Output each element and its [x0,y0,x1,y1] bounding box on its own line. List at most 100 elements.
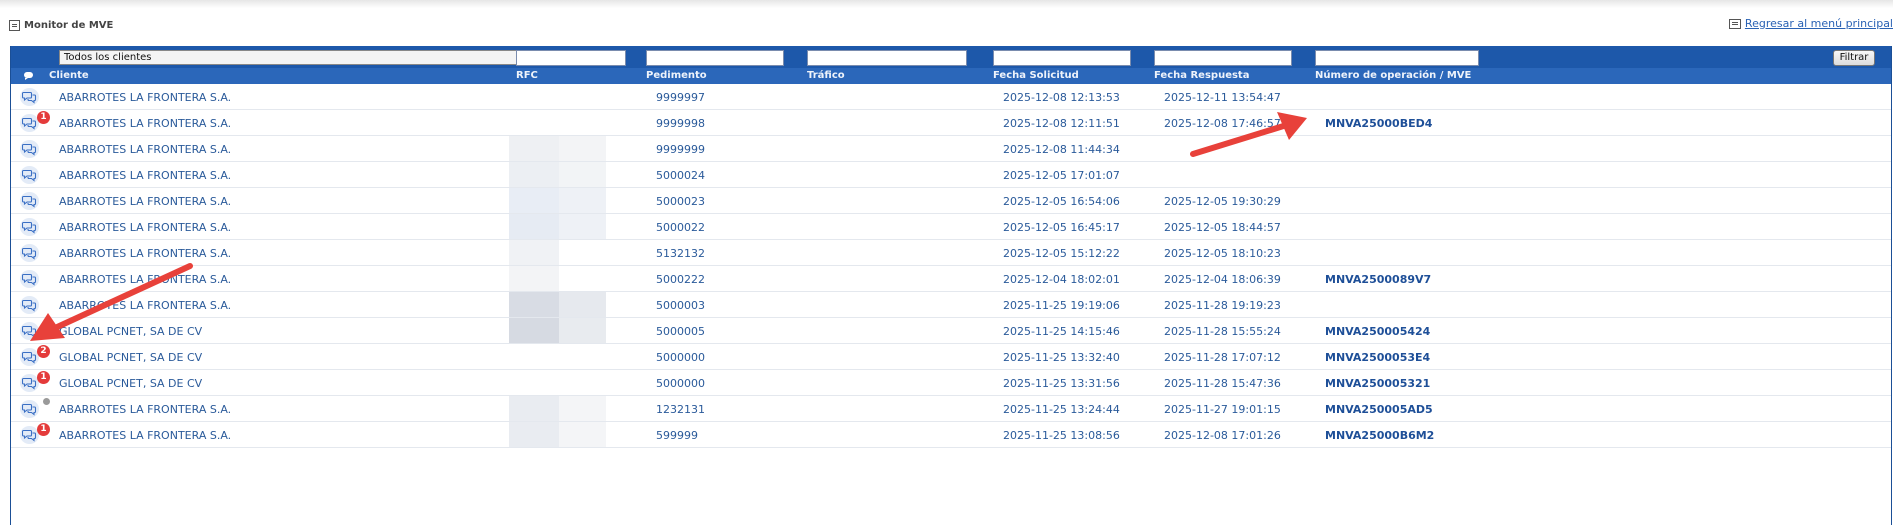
table-row[interactable]: ABARROTES LA FRONTERA S.A. 5000024 2025-12… [11,162,1891,188]
chat-bubbles-glyph [22,299,37,312]
back-link-text[interactable]: Regresar al menú principal [1745,17,1893,30]
table-row[interactable]: 1 GLOBAL PCNET, SA DE CV 5000000 2025-11-25… [11,370,1891,396]
fecha-solicitud-cell: 2025-11-25 14:15:46 [1003,325,1120,338]
chat-bubbles-icon[interactable]: 1 [20,371,50,392]
rfc-redaction-block [559,240,606,265]
table-row[interactable]: ABARROTES LA FRONTERA S.A. 5000022 2025-12… [11,214,1891,240]
table-row[interactable]: ABARROTES LA FRONTERA S.A. 5000003 2025-11… [11,292,1891,318]
fecha-solicitud-filter-input[interactable] [993,50,1131,66]
chat-bubbles-icon[interactable]: 2 [20,345,50,366]
rfc-filter-input[interactable] [516,50,626,66]
table-row[interactable]: ABARROTES LA FRONTERA S.A. 9999997 2025-12… [11,84,1891,110]
chat-bubbles-icon[interactable] [20,166,39,184]
chat-bubbles-icon[interactable] [20,270,39,288]
pedimento-cell[interactable]: 5000023 [656,195,705,208]
pedimento-cell[interactable]: 9999999 [656,143,705,156]
table-row[interactable]: 2 GLOBAL PCNET, SA DE CV 5000000 2025-11-25… [11,344,1891,370]
pedimento-cell[interactable]: 5000005 [656,325,705,338]
pedimento-cell[interactable]: 5000000 [656,377,705,390]
chat-bubbles-icon[interactable] [20,88,39,106]
col-header-fecha-solicitud[interactable]: Fecha Solicitud [993,70,1079,81]
table-body: ABARROTES LA FRONTERA S.A. 9999997 2025-12… [11,84,1891,448]
col-header-pedimento[interactable]: Pedimento [646,70,707,81]
cliente-cell[interactable]: GLOBAL PCNET, SA DE CV [59,377,202,390]
rfc-redaction-block [559,84,606,109]
operacion-mve-link[interactable]: MNVA25000BED4 [1325,117,1432,130]
pedimento-cell[interactable]: 599999 [656,429,698,442]
cliente-cell[interactable]: ABARROTES LA FRONTERA S.A. [59,299,231,312]
chat-bubbles-icon[interactable] [20,218,39,236]
rfc-redaction-block [559,344,606,369]
table-row[interactable]: GLOBAL PCNET, SA DE CV 5000005 2025-11-25 … [11,318,1891,344]
chat-bubbles-icon[interactable]: 1 [20,111,50,132]
pedimento-filter-input[interactable] [646,50,784,66]
pedimento-cell[interactable]: 5000222 [656,273,705,286]
fecha-solicitud-cell: 2025-12-04 18:02:01 [1003,273,1120,286]
pedimento-cell[interactable]: 5000024 [656,169,705,182]
operacion-mve-link[interactable]: MNVA250005AD5 [1325,403,1433,416]
cliente-cell[interactable]: ABARROTES LA FRONTERA S.A. [59,91,231,104]
fecha-respuesta-filter-input[interactable] [1154,50,1292,66]
pedimento-cell[interactable]: 9999997 [656,91,705,104]
rfc-redaction-block [509,370,559,395]
cliente-cell[interactable]: ABARROTES LA FRONTERA S.A. [59,273,231,286]
unread-count-badge: 1 [37,423,50,436]
chat-bubbles-icon[interactable] [20,322,39,340]
status-dot [43,398,50,405]
operacion-filter-input[interactable] [1315,50,1479,66]
table-row[interactable]: ABARROTES LA FRONTERA S.A. 5132132 2025-12… [11,240,1891,266]
cliente-cell[interactable]: GLOBAL PCNET, SA DE CV [59,351,202,364]
back-to-main-menu-link[interactable]: Regresar al menú principal [1728,17,1893,30]
pedimento-cell[interactable]: 9999998 [656,117,705,130]
table-row[interactable]: ABARROTES LA FRONTERA S.A. 1232131 2025-11… [11,396,1891,422]
operacion-mve-link[interactable]: MNVA2500053E4 [1325,351,1430,364]
table-row[interactable]: ABARROTES LA FRONTERA S.A. 9999999 2025-12… [11,136,1891,162]
table-row[interactable]: 1 ABARROTES LA FRONTERA S.A. 599999 2025-11… [11,422,1891,448]
rfc-redaction-block [559,214,606,239]
chat-bubbles-glyph [22,351,37,364]
col-header-cliente[interactable]: Cliente [49,70,89,81]
operacion-mve-link[interactable]: MNVA250005321 [1325,377,1430,390]
pedimento-cell[interactable]: 1232131 [656,403,705,416]
operacion-mve-link[interactable]: MNVA250005424 [1325,325,1430,338]
fecha-solicitud-cell: 2025-11-25 13:08:56 [1003,429,1120,442]
chat-bubbles-icon[interactable] [20,244,39,262]
chat-bubbles-icon[interactable] [20,192,39,210]
cliente-cell[interactable]: GLOBAL PCNET, SA DE CV [59,325,202,338]
chat-bubbles-icon[interactable] [20,398,50,418]
pedimento-cell[interactable]: 5000003 [656,299,705,312]
operacion-mve-link[interactable]: MNVA2500089V7 [1325,273,1431,286]
rfc-cell-redacted [509,292,606,317]
pedimento-cell[interactable]: 5132132 [656,247,705,260]
cliente-cell[interactable]: ABARROTES LA FRONTERA S.A. [59,247,231,260]
trafico-filter-input[interactable] [807,50,967,66]
cliente-cell[interactable]: ABARROTES LA FRONTERA S.A. [59,429,231,442]
pedimento-cell[interactable]: 5000000 [656,351,705,364]
cliente-cell[interactable]: ABARROTES LA FRONTERA S.A. [59,195,231,208]
cliente-cell[interactable]: ABARROTES LA FRONTERA S.A. [59,221,231,234]
filter-button[interactable]: Filtrar [1833,50,1875,66]
chat-bubbles-icon[interactable] [20,140,39,158]
col-header-fecha-respuesta[interactable]: Fecha Respuesta [1154,70,1249,81]
cliente-cell[interactable]: ABARROTES LA FRONTERA S.A. [59,117,231,130]
fecha-respuesta-cell: 2025-12-05 19:30:29 [1164,195,1281,208]
rfc-redaction-block [559,318,606,343]
client-select[interactable]: Todos los clientes ⌄ [59,50,581,65]
chat-bubbles-icon[interactable]: 1 [20,423,50,444]
col-header-operacion[interactable]: Número de operación / MVE [1315,70,1471,81]
cliente-cell[interactable]: ABARROTES LA FRONTERA S.A. [59,169,231,182]
table-row[interactable]: ABARROTES LA FRONTERA S.A. 5000222 2025-12… [11,266,1891,292]
col-header-rfc[interactable]: RFC [516,70,538,81]
pedimento-cell[interactable]: 5000022 [656,221,705,234]
chat-header-icon [24,72,33,80]
col-header-trafico[interactable]: Tráfico [807,70,845,81]
table-row[interactable]: ABARROTES LA FRONTERA S.A. 5000023 2025-12… [11,188,1891,214]
chat-bubbles-icon[interactable] [20,296,39,314]
list-icon [1728,18,1741,29]
operacion-mve-link[interactable]: MNVA25000B6M2 [1325,429,1434,442]
cliente-cell[interactable]: ABARROTES LA FRONTERA S.A. [59,403,231,416]
table-row[interactable]: 1 ABARROTES LA FRONTERA S.A. 9999998 2025-1… [11,110,1891,136]
rfc-redaction-block [509,188,559,213]
cliente-cell[interactable]: ABARROTES LA FRONTERA S.A. [59,143,231,156]
chat-bubbles-glyph [22,143,37,156]
